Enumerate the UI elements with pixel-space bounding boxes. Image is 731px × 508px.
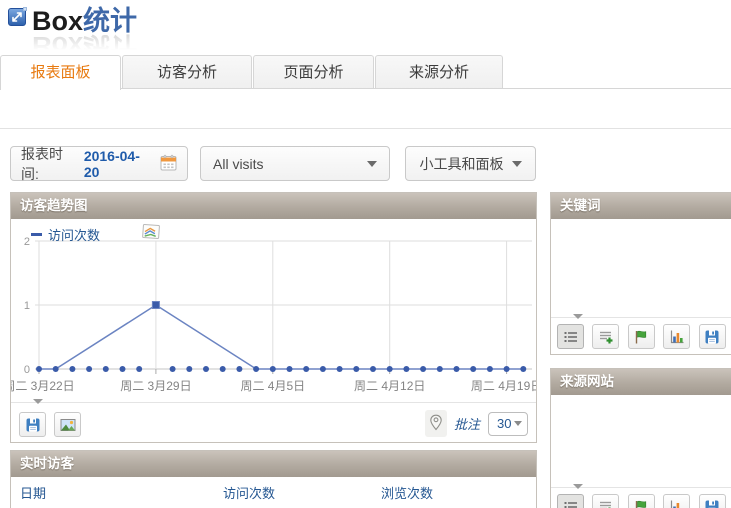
visitor-trend-widget: 访客趋势图 访问次数 012周二 3月22日周二 3月29日周二 4	[10, 192, 537, 443]
tab-visitor-analysis[interactable]: 访客分析	[122, 55, 252, 89]
goals-flag-icon[interactable]	[628, 494, 655, 508]
goals-flag-icon[interactable]	[628, 324, 655, 349]
chart-footer-right: 批注 30	[425, 410, 528, 437]
svg-text:周二 3月22日: 周二 3月22日	[11, 379, 75, 393]
legend-series-dash	[31, 233, 42, 236]
chevron-down-icon	[367, 161, 377, 167]
main-tab-bar: 报表面板 访客分析 页面分析 来源分析	[0, 55, 731, 89]
bar-chart-view-icon[interactable]	[663, 494, 690, 508]
legend-series-label: 访问次数	[48, 225, 100, 244]
realtime-visitors-widget: 实时访客 日期 访问次数 浏览次数	[10, 450, 537, 508]
svg-text:周二 4月12日: 周二 4月12日	[354, 379, 425, 393]
column-header-pageviews[interactable]: 浏览次数	[381, 483, 536, 502]
table-view-icon[interactable]	[557, 494, 584, 508]
svg-text:2: 2	[24, 236, 30, 248]
footer-expand-handle[interactable]	[573, 314, 583, 319]
chart-image-icon[interactable]	[142, 224, 161, 245]
table-all-columns-icon[interactable]	[592, 494, 619, 508]
svg-text:周二 4月5日: 周二 4月5日	[240, 379, 305, 393]
dashboard-page: Box统计 Box统计 报表面板 访客分析 页面分析 来源分析 报表时间: 20…	[0, 0, 731, 508]
visitor-trend-chart-area: 访问次数 0 1 2 周二 3月22日 周二 3月29日 周二 4月5日 周二 4月12日 周…	[11, 219, 536, 403]
report-date-selector[interactable]: 报表时间: 2016-04-20	[10, 146, 188, 181]
visitor-trend-svg[interactable]: 0 1 2 周二 3月22日 周二 3月29日 周二 4月5日 周二 4月12日 周二 4月1…	[11, 219, 536, 403]
export-icon[interactable]	[19, 412, 46, 437]
annotations-pin-icon[interactable]	[425, 410, 447, 437]
row-limit-select[interactable]: 30	[488, 412, 528, 436]
report-date-label: 报表时间:	[21, 144, 79, 184]
table-view-icon[interactable]	[557, 324, 584, 349]
referrer-websites-footer	[551, 487, 731, 508]
footer-expand-handle[interactable]	[573, 484, 583, 489]
chart-legend: 访问次数	[31, 224, 161, 245]
box-logo-icon	[8, 8, 26, 26]
image-export-icon[interactable]	[54, 412, 81, 437]
widgets-and-dashboard-button[interactable]: 小工具和面板	[405, 146, 536, 181]
chart-footer: 批注 30	[11, 402, 536, 442]
visitor-trend-widget-title[interactable]: 访客趋势图	[11, 193, 536, 219]
realtime-visitors-widget-title[interactable]: 实时访客	[11, 451, 536, 477]
row-limit-value: 30	[497, 416, 511, 431]
segment-selector-value: All visits	[213, 156, 264, 172]
keywords-widget-title[interactable]: 关键词	[551, 193, 731, 219]
footer-expand-handle[interactable]	[33, 399, 43, 404]
svg-text:周二 3月29日: 周二 3月29日	[120, 379, 191, 393]
table-all-columns-icon[interactable]	[592, 324, 619, 349]
column-header-date[interactable]: 日期	[11, 483, 223, 502]
bar-chart-view-icon[interactable]	[663, 324, 690, 349]
keywords-footer	[551, 317, 731, 354]
chevron-down-icon	[512, 161, 522, 167]
calendar-icon	[160, 154, 177, 174]
widgets-button-label: 小工具和面板	[420, 154, 504, 174]
svg-text:0: 0	[24, 364, 30, 376]
annotations-link[interactable]: 批注	[454, 414, 480, 433]
logo-corner-decoration	[23, 7, 27, 11]
report-date-value: 2016-04-20	[84, 148, 153, 180]
referrer-websites-widget-title[interactable]: 来源网站	[551, 369, 731, 395]
svg-text:1: 1	[24, 300, 30, 312]
svg-text:周二 4月19日: 周二 4月19日	[471, 379, 536, 393]
chevron-down-icon	[514, 421, 522, 426]
tab-report-dashboard[interactable]: 报表面板	[0, 55, 121, 90]
export-icon[interactable]	[699, 494, 726, 508]
realtime-table-header-row: 日期 访问次数 浏览次数	[11, 477, 536, 507]
tab-page-analysis[interactable]: 页面分析	[253, 55, 374, 89]
keywords-widget: 关键词	[550, 192, 731, 355]
toolbar-separator	[0, 128, 731, 129]
segment-selector[interactable]: All visits	[200, 146, 390, 181]
column-header-visits[interactable]: 访问次数	[223, 483, 381, 502]
export-icon[interactable]	[699, 324, 726, 349]
tab-referrer-analysis[interactable]: 来源分析	[375, 55, 503, 89]
referrer-websites-widget: 来源网站	[550, 368, 731, 508]
